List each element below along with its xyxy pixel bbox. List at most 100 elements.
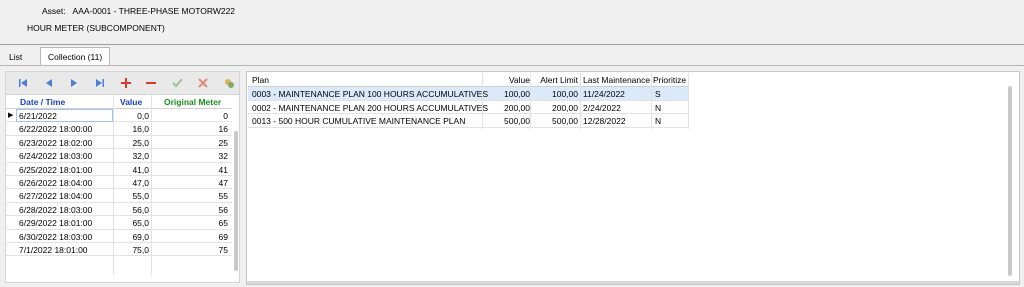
reading-original-meter: 75 bbox=[218, 245, 228, 255]
reading-date: 6/24/2022 18:03:00 bbox=[19, 151, 93, 162]
column-divider bbox=[530, 73, 531, 129]
asset-value: AAA-0001 - THREE-PHASE MOTORW222 bbox=[72, 6, 236, 16]
plan-column-header[interactable]: Plan bbox=[252, 75, 269, 85]
reading-row[interactable]: 6/27/2022 18:04:00 55,0 55 bbox=[6, 189, 232, 203]
tab-list[interactable]: List bbox=[3, 49, 28, 65]
reading-value: 0,0 bbox=[137, 111, 149, 121]
asset-label: Asset: bbox=[42, 6, 66, 16]
reading-value: 55,0 bbox=[132, 191, 149, 202]
reading-row[interactable]: 6/30/2022 18:03:00 69,0 69 bbox=[6, 230, 232, 243]
plans-horizontal-scrollbar[interactable] bbox=[247, 281, 1019, 284]
value-column-header[interactable]: Value bbox=[484, 75, 530, 85]
reading-value: 65,0 bbox=[132, 218, 149, 229]
reading-row[interactable]: ▶ 6/21/2022 0,0 0 bbox=[6, 109, 232, 123]
reading-original-meter: 65 bbox=[218, 218, 228, 229]
plans-panel: Plan Value Alert Limit Last Maintenance … bbox=[246, 71, 1020, 285]
reading-value: 75,0 bbox=[132, 245, 149, 255]
last-icon[interactable] bbox=[93, 76, 107, 90]
column-divider bbox=[580, 73, 581, 129]
reading-original-meter: 41 bbox=[218, 164, 228, 175]
reading-date: 6/25/2022 18:01:00 bbox=[19, 164, 93, 175]
plan-alert-limit: 100,00 bbox=[552, 89, 578, 99]
subcomponent-label: HOUR METER (SUBCOMPONENT) bbox=[27, 23, 165, 33]
reading-date: 6/30/2022 18:03:00 bbox=[19, 231, 93, 242]
first-icon[interactable] bbox=[16, 76, 30, 90]
tab-collection[interactable]: Collection (11) bbox=[40, 47, 111, 66]
plans-scrollbar[interactable] bbox=[1008, 86, 1012, 276]
readings-header: Date / Time Value Original Meter bbox=[6, 95, 232, 109]
column-divider bbox=[688, 73, 689, 129]
grid-toolbar bbox=[5, 71, 240, 95]
reading-row[interactable]: 6/28/2022 18:03:00 56,0 56 bbox=[6, 203, 232, 217]
reading-row[interactable]: 6/25/2022 18:01:00 41,0 41 bbox=[6, 163, 232, 176]
reading-value: 56,0 bbox=[132, 204, 149, 215]
plan-alert-limit: 200,00 bbox=[552, 102, 578, 113]
plan-last-maintenance: 12/28/2022 bbox=[583, 116, 626, 127]
value-column-header[interactable]: Value bbox=[120, 97, 142, 107]
plan-row[interactable]: 0002 - MAINTENANCE PLAN 200 HOURS ACCUMU… bbox=[248, 101, 688, 115]
plan-prioritize: S bbox=[655, 89, 661, 99]
reading-date: 6/21/2022 bbox=[19, 111, 57, 121]
plan-last-maintenance: 2/24/2022 bbox=[583, 102, 621, 113]
plan-name: 0013 - 500 HOUR CUMULATIVE MAINTENANCE P… bbox=[252, 116, 466, 127]
column-divider bbox=[113, 95, 114, 275]
plan-row[interactable]: 0003 - MAINTENANCE PLAN 100 HOURS ACCUMU… bbox=[248, 87, 688, 101]
reading-value: 16,0 bbox=[132, 124, 149, 135]
confirm-icon[interactable] bbox=[170, 76, 184, 90]
plan-prioritize: N bbox=[655, 116, 662, 127]
reading-value: 32,0 bbox=[132, 151, 149, 162]
reading-date: 6/23/2022 18:02:00 bbox=[19, 137, 93, 148]
column-divider bbox=[151, 95, 152, 275]
next-icon[interactable] bbox=[67, 76, 81, 90]
tab-divider bbox=[0, 65, 1024, 66]
reading-row[interactable]: 6/29/2022 18:01:00 65,0 65 bbox=[6, 216, 232, 230]
reading-date: 6/22/2022 18:00:00 bbox=[19, 124, 93, 135]
plan-name: 0003 - MAINTENANCE PLAN 100 HOURS ACCUMU… bbox=[252, 89, 489, 99]
column-divider bbox=[651, 73, 652, 129]
refresh-icon[interactable] bbox=[222, 76, 236, 90]
last-maintenance-column-header[interactable]: Last Maintenance bbox=[583, 75, 653, 85]
plan-value: 500,00 bbox=[504, 116, 530, 127]
prev-icon[interactable] bbox=[42, 76, 56, 90]
readings-grid: Date / Time Value Original Meter ▶ 6/21/2… bbox=[5, 95, 240, 283]
column-divider bbox=[482, 73, 483, 129]
reading-original-meter: 69 bbox=[218, 231, 228, 242]
plan-alert-limit: 500,00 bbox=[552, 116, 578, 127]
plan-value: 100,00 bbox=[504, 89, 530, 99]
plans-header: Plan Value Alert Limit Last Maintenance … bbox=[248, 73, 688, 87]
plan-name: 0002 - MAINTENANCE PLAN 200 HOURS ACCUMU… bbox=[252, 102, 489, 113]
reading-original-meter: 47 bbox=[218, 178, 228, 188]
reading-original-meter: 25 bbox=[218, 137, 228, 148]
prioritize-column-header[interactable]: Prioritize bbox=[653, 75, 693, 85]
reading-row[interactable]: 6/23/2022 18:02:00 25,0 25 bbox=[6, 136, 232, 150]
add-icon[interactable] bbox=[119, 76, 133, 90]
reading-row[interactable]: 7/1/2022 18:01:00 75,0 75 bbox=[6, 243, 232, 257]
reading-row[interactable]: 6/22/2022 18:00:00 16,0 16 bbox=[6, 122, 232, 136]
reading-date: 6/26/2022 18:04:00 bbox=[19, 178, 93, 188]
reading-value: 41,0 bbox=[132, 164, 149, 175]
asset-header: Asset: AAA-0001 - THREE-PHASE MOTORW222 … bbox=[0, 0, 1024, 45]
reading-original-meter: 56 bbox=[218, 204, 228, 215]
reading-original-meter: 32 bbox=[218, 151, 228, 162]
reading-value: 25,0 bbox=[132, 137, 149, 148]
cancel-icon[interactable] bbox=[196, 76, 210, 90]
remove-icon[interactable] bbox=[144, 76, 158, 90]
reading-row[interactable]: 6/24/2022 18:03:00 32,0 32 bbox=[6, 149, 232, 163]
plan-last-maintenance: 11/24/2022 bbox=[583, 89, 625, 99]
current-row-indicator-icon: ▶ bbox=[8, 112, 14, 119]
reading-original-meter: 55 bbox=[218, 191, 228, 202]
reading-date: 7/1/2022 18:01:00 bbox=[19, 245, 88, 255]
reading-date: 6/28/2022 18:03:00 bbox=[19, 204, 93, 215]
plan-row[interactable]: 0013 - 500 HOUR CUMULATIVE MAINTENANCE P… bbox=[248, 114, 688, 128]
date-column-header[interactable]: Date / Time bbox=[20, 97, 65, 107]
alert-limit-column-header[interactable]: Alert Limit bbox=[531, 75, 578, 85]
plans-rows: 0003 - MAINTENANCE PLAN 100 HOURS ACCUMU… bbox=[248, 87, 688, 128]
plan-prioritize: N bbox=[655, 102, 662, 113]
original-meter-column-header[interactable]: Original Meter bbox=[164, 97, 221, 107]
plans-grid: Plan Value Alert Limit Last Maintenance … bbox=[248, 73, 689, 129]
reading-row[interactable]: 6/26/2022 18:04:00 47,0 47 bbox=[6, 176, 232, 190]
reading-value: 47,0 bbox=[132, 178, 149, 188]
tab-bar: List Collection (11) bbox=[0, 47, 1024, 66]
readings-scrollbar[interactable] bbox=[234, 131, 238, 271]
plan-value: 200,00 bbox=[504, 102, 530, 113]
